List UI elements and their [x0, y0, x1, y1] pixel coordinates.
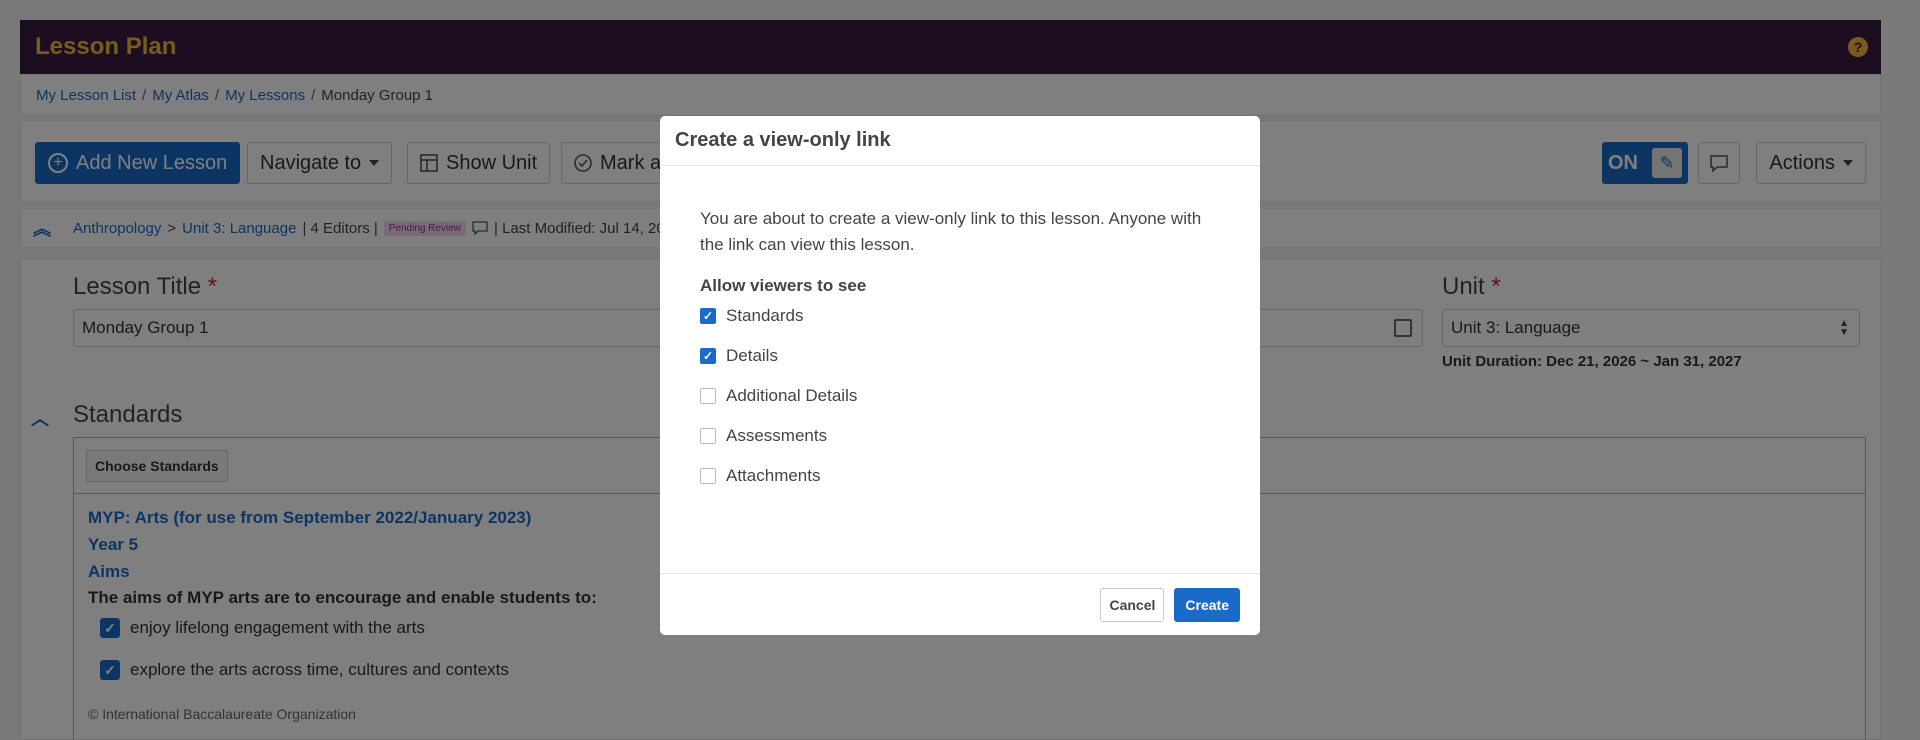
view-only-link-dialog: Create a view-only link You are about to… — [660, 116, 1260, 635]
checkbox-unchecked-icon[interactable] — [700, 468, 716, 484]
option-additional-details[interactable]: Additional Details — [700, 376, 1220, 416]
modal-header: Create a view-only link — [660, 116, 1260, 166]
option-standards[interactable]: ✓ Standards — [700, 296, 1220, 336]
option-label: Additional Details — [726, 386, 858, 405]
modal-body: You are about to create a view-only link… — [700, 206, 1220, 496]
modal-footer: Cancel Create — [660, 573, 1260, 635]
option-assessments[interactable]: Assessments — [700, 416, 1220, 456]
checkbox-checked-icon[interactable]: ✓ — [700, 348, 716, 364]
allow-viewers-label: Allow viewers to see — [700, 276, 867, 295]
option-label: Assessments — [726, 426, 828, 445]
modal-description: You are about to create a view-only link… — [700, 209, 1202, 254]
create-button[interactable]: Create — [1174, 587, 1240, 622]
option-label: Standards — [726, 306, 804, 325]
modal-title: Create a view-only link — [675, 129, 891, 151]
checkbox-unchecked-icon[interactable] — [700, 428, 716, 444]
checkbox-checked-icon[interactable]: ✓ — [700, 308, 716, 324]
option-details[interactable]: ✓ Details — [700, 336, 1220, 376]
option-attachments[interactable]: Attachments — [700, 456, 1220, 496]
cancel-button[interactable]: Cancel — [1100, 587, 1165, 622]
option-label: Attachments — [726, 466, 821, 485]
checkbox-unchecked-icon[interactable] — [700, 388, 716, 404]
option-label: Details — [726, 346, 778, 365]
